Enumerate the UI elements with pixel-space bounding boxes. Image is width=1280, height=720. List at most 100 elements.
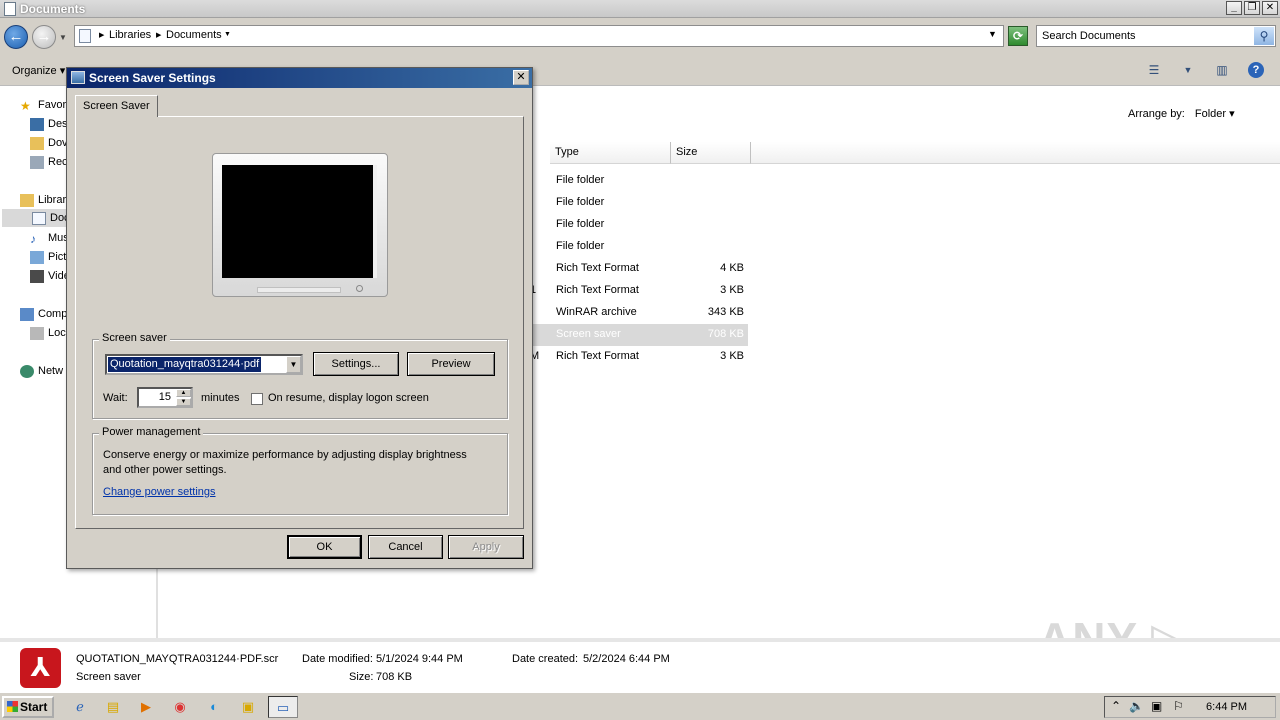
nav-pictures[interactable]: Pict (30, 248, 66, 266)
close-window-button[interactable]: ✕ (1262, 1, 1278, 15)
list-item[interactable]: File folder (530, 192, 748, 214)
address-location-icon (79, 29, 91, 43)
pictures-icon (30, 250, 44, 264)
list-item[interactable]: File folder (530, 236, 748, 258)
start-button[interactable]: Start (2, 696, 54, 718)
search-input[interactable] (1037, 26, 1247, 45)
window-controls: _ ❐ ✕ (1226, 1, 1278, 15)
nav-downloads[interactable]: Dov (30, 134, 68, 152)
back-button[interactable]: ← (4, 25, 28, 49)
organize-menu[interactable]: Organize ▾ (12, 64, 65, 77)
screen-saver-icon (71, 71, 85, 84)
refresh-button[interactable]: ⟳ (1008, 26, 1028, 46)
nav-favorites[interactable]: ★ Favor (20, 96, 66, 114)
explorer-icon[interactable]: ▤ (101, 696, 125, 718)
windows-flag-icon (7, 701, 18, 712)
arrange-by-value[interactable]: Folder (1195, 108, 1226, 120)
tab-panel: Screen saver Quotation_mayqtra031244·pdf… (75, 116, 524, 529)
clock[interactable]: 6:44 PM (1206, 701, 1247, 713)
view-options-icon[interactable]: ☰ (1146, 62, 1162, 78)
network-tray-icon[interactable]: ▣ (1151, 699, 1162, 713)
change-power-settings-link[interactable]: Change power settings (103, 486, 216, 498)
details-date-modified-label: Date modified: (302, 653, 373, 665)
nav-libraries[interactable]: Librar (20, 191, 66, 209)
nav-desktop[interactable]: Des (30, 115, 68, 133)
arrange-by[interactable]: Arrange by: Folder ▾ (1128, 107, 1235, 120)
spin-up-icon[interactable]: ▲ (176, 389, 191, 397)
address-bar[interactable]: ▶ Libraries ▶ Documents ▼ (74, 25, 1004, 47)
tab-screen-saver[interactable]: Screen Saver (75, 95, 158, 117)
desktop-icon (30, 117, 44, 131)
logon-on-resume-label[interactable]: On resume, display logon screen (268, 392, 429, 404)
chrome-icon[interactable]: ◉ (168, 696, 192, 718)
settings-button[interactable]: Settings... (313, 352, 399, 376)
system-tray: ⌃ 🔈 ▣ ⚐ 6:44 PM (1104, 696, 1276, 718)
breadcrumb-arrow-icon[interactable]: ▼ (224, 31, 231, 38)
screen-saver-select[interactable]: Quotation_mayqtra031244·pdf ▼ (105, 354, 303, 375)
preview-pane-icon[interactable]: ▥ (1214, 62, 1230, 78)
screen-saver-settings-dialog: Screen Saver Settings ✕ Screen Saver Scr… (66, 67, 533, 569)
logon-on-resume-checkbox[interactable] (251, 393, 263, 405)
volume-icon[interactable]: 🔈 (1129, 699, 1144, 713)
wait-label: Wait: (103, 392, 128, 404)
documents-icon (32, 211, 46, 225)
column-header-size[interactable]: Size (671, 142, 751, 164)
nav-network[interactable]: Netw (20, 362, 63, 380)
wait-minutes-spinner[interactable]: 15 ▲ ▼ (137, 387, 193, 408)
list-item[interactable]: 1 Rich Text Format 3 KB (530, 280, 748, 302)
local-disk-icon (30, 326, 44, 340)
recent-pages-dropdown[interactable]: ▼ (59, 33, 67, 42)
edge-icon[interactable]: ◐ (202, 696, 226, 718)
list-item[interactable]: M Rich Text Format 3 KB (530, 346, 748, 368)
monitor-power-led (356, 285, 363, 292)
list-item[interactable]: File folder (530, 214, 748, 236)
details-file-type: Screen saver (76, 671, 141, 683)
view-dropdown-icon[interactable]: ▼ (1180, 62, 1196, 78)
media-player-icon[interactable]: ▶ (134, 696, 158, 718)
search-icon[interactable]: ⚲ (1254, 27, 1274, 45)
cancel-button[interactable]: Cancel (368, 535, 443, 559)
show-hidden-icons-icon[interactable]: ⌃ (1111, 699, 1121, 713)
list-item[interactable]: Rich Text Format 4 KB (530, 258, 748, 280)
music-icon: ♪ (30, 231, 36, 246)
ok-button[interactable]: OK (287, 535, 362, 559)
spin-down-icon[interactable]: ▼ (176, 398, 191, 406)
downloads-icon (30, 136, 44, 150)
help-icon[interactable]: ? (1248, 62, 1264, 78)
nav-music[interactable]: ♪ Mus (30, 229, 69, 247)
forward-button[interactable]: → (32, 25, 56, 49)
dialog-close-button[interactable]: ✕ (513, 70, 529, 85)
wait-minutes-value[interactable]: 15 (159, 391, 171, 403)
monitor-preview-screen (222, 165, 377, 278)
minimize-button[interactable]: _ (1226, 1, 1242, 15)
nav-videos[interactable]: Vide (30, 267, 70, 285)
outlook-icon[interactable]: ▣ (236, 696, 260, 718)
apply-button[interactable]: Apply (448, 535, 524, 559)
details-date-created: 5/2/2024 6:44 PM (583, 653, 670, 665)
minutes-label: minutes (201, 392, 240, 404)
folder-window-icon (4, 2, 16, 16)
list-item-selected[interactable]: Screen saver 708 KB (530, 324, 748, 346)
list-item[interactable]: WinRAR archive 343 KB (530, 302, 748, 324)
breadcrumb-documents[interactable]: Documents (166, 29, 222, 41)
ie-icon[interactable]: ℯ (68, 696, 92, 718)
search-box[interactable]: ⚲ (1036, 25, 1276, 47)
chevron-down-icon[interactable]: ▼ (286, 356, 301, 373)
screen-saver-icon[interactable]: ▭ (268, 696, 298, 718)
breadcrumb-arrow-icon[interactable]: ▶ (156, 31, 161, 39)
dialog-titlebar[interactable]: Screen Saver Settings ✕ (67, 68, 532, 88)
restore-button[interactable]: ❐ (1244, 1, 1260, 15)
action-center-icon[interactable]: ⚐ (1173, 699, 1184, 713)
taskbar: Start ℯ ▤ ▶ ◉ ◐ ▣ ▭ ⌃ 🔈 ▣ ⚐ 6:44 PM (0, 692, 1280, 720)
breadcrumb-libraries[interactable]: Libraries (109, 29, 151, 41)
address-history-dropdown[interactable]: ▼ (988, 29, 997, 39)
column-header-type[interactable]: Type (550, 142, 671, 164)
window-title: Documents (20, 2, 86, 16)
nav-computer[interactable]: Comp (20, 305, 67, 323)
nav-local-disk[interactable]: Loc (30, 324, 66, 342)
details-filename: QUOTATION_MAYQTRA031244·PDF.scr (76, 653, 279, 665)
breadcrumb-arrow-icon[interactable]: ▶ (99, 31, 104, 39)
list-item[interactable]: File folder (530, 170, 748, 192)
preview-button[interactable]: Preview (407, 352, 495, 376)
nav-recent-places[interactable]: Rec (30, 153, 68, 171)
